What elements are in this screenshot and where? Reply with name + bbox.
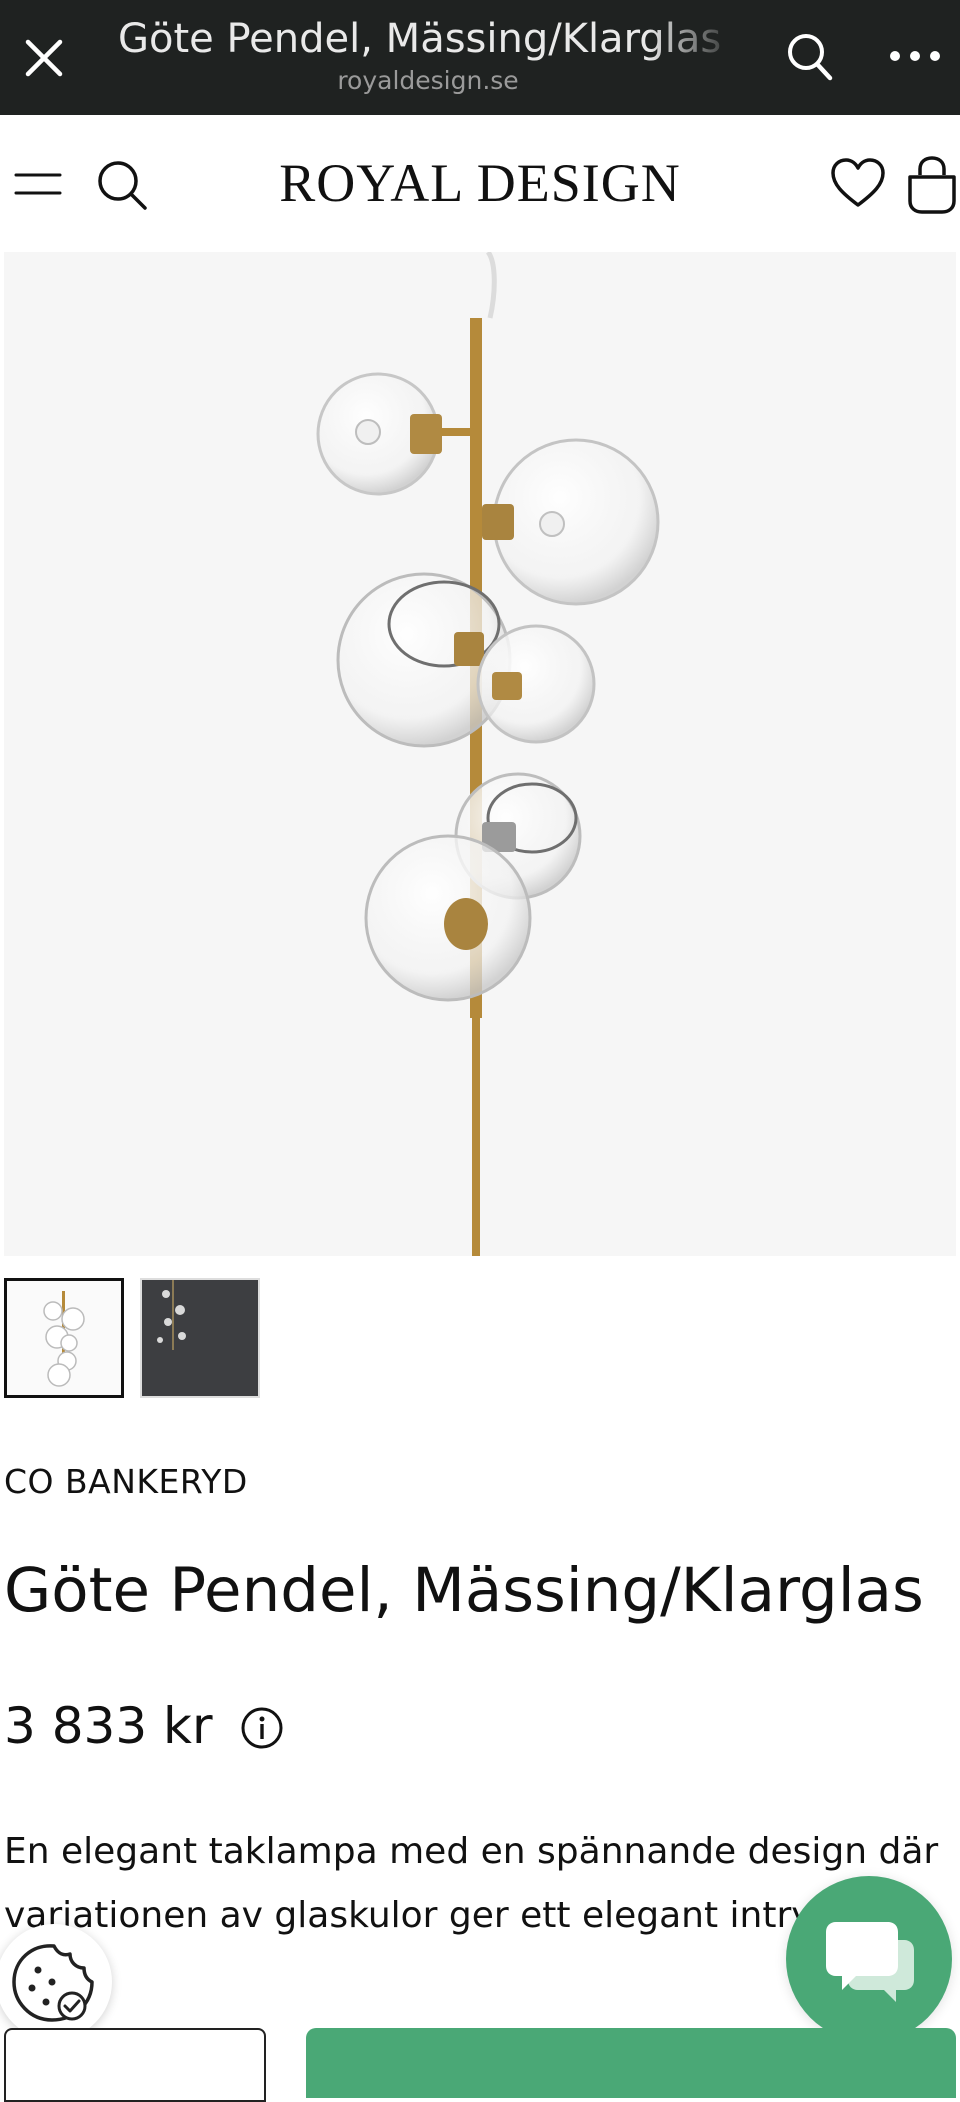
thumbnail-1[interactable]	[4, 1278, 124, 1398]
search-icon[interactable]	[94, 157, 150, 213]
product-price: 3 833 kr	[4, 1697, 213, 1755]
description-line: En elegant taklampa med en spännande des…	[4, 1831, 939, 1872]
browser-bar: Göte Pendel, Mässing/Klarglas royaldesig…	[0, 0, 960, 115]
browser-title: Göte Pendel, Mässing/Klarglas	[118, 14, 738, 64]
site-header: ROYAL DESIGN	[0, 115, 960, 250]
cookie-settings-button[interactable]	[0, 1924, 112, 2040]
bag-icon[interactable]	[904, 155, 960, 215]
thumbnail-lamp-image	[43, 1291, 85, 1387]
product-title: Göte Pendel, Mässing/Klarglas	[4, 1555, 924, 1626]
more-icon[interactable]	[885, 36, 945, 76]
info-icon[interactable]	[240, 1706, 284, 1750]
brand-name[interactable]: CO BANKERYD	[4, 1462, 248, 1501]
site-logo[interactable]: ROYAL DESIGN	[220, 151, 740, 215]
close-icon[interactable]	[20, 34, 68, 82]
heart-icon[interactable]	[830, 157, 886, 209]
add-to-cart-button[interactable]	[306, 2028, 956, 2098]
search-icon[interactable]	[785, 30, 835, 84]
chat-icon	[826, 1922, 914, 2002]
cookie-icon	[12, 1944, 94, 2022]
image-thumbnails	[4, 1278, 404, 1402]
menu-icon[interactable]	[14, 167, 62, 201]
thumbnail-2[interactable]	[140, 1278, 260, 1398]
browser-domain: royaldesign.se	[337, 66, 519, 95]
pendant-lamp-image	[316, 250, 660, 1268]
thumbnail-room-image	[142, 1280, 258, 1396]
chat-button[interactable]	[786, 1876, 952, 2042]
product-image[interactable]	[4, 250, 956, 1268]
quantity-selector[interactable]	[4, 2028, 266, 2102]
